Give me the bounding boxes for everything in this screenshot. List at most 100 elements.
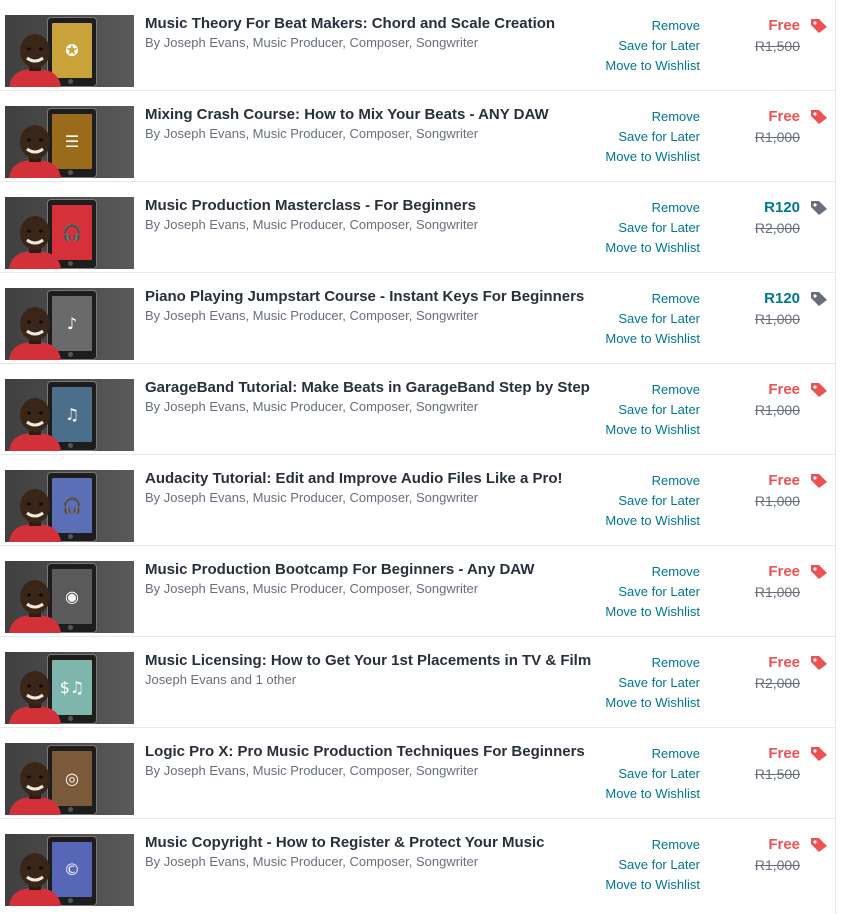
original-price: R2,000: [754, 675, 800, 691]
remove-link[interactable]: Remove: [600, 289, 700, 309]
course-title[interactable]: Music Copyright - How to Register & Prot…: [145, 834, 595, 852]
current-price: Free: [768, 745, 800, 762]
course-thumbnail[interactable]: ♫: [5, 379, 134, 451]
original-price: R2,000: [754, 220, 800, 236]
move-to-wishlist-link[interactable]: Move to Wishlist: [600, 875, 700, 895]
tablet-home-button: [68, 534, 73, 539]
move-to-wishlist-link[interactable]: Move to Wishlist: [600, 56, 700, 76]
price-block: Free R1,500: [730, 16, 828, 56]
course-thumbnail[interactable]: ©: [5, 834, 134, 906]
item-actions: Remove Save for Later Move to Wishlist: [600, 16, 700, 76]
course-icon: 🎧: [62, 222, 82, 242]
move-to-wishlist-link[interactable]: Move to Wishlist: [600, 693, 700, 713]
course-title[interactable]: Music Theory For Beat Makers: Chord and …: [145, 15, 595, 33]
save-for-later-link[interactable]: Save for Later: [600, 764, 700, 784]
course-author: By Joseph Evans, Music Producer, Compose…: [145, 854, 479, 869]
course-title[interactable]: Music Production Masterclass - For Begin…: [145, 197, 595, 215]
course-info: Logic Pro X: Pro Music Production Techni…: [145, 743, 595, 780]
original-price: R1,500: [754, 766, 800, 782]
price-block: Free R2,000: [730, 653, 828, 693]
remove-link[interactable]: Remove: [600, 380, 700, 400]
price-block: R120 R2,000: [730, 198, 828, 238]
remove-link[interactable]: Remove: [600, 198, 700, 218]
current-price: Free: [768, 17, 800, 34]
item-actions: Remove Save for Later Move to Wishlist: [600, 471, 700, 531]
remove-link[interactable]: Remove: [600, 16, 700, 36]
remove-link[interactable]: Remove: [600, 562, 700, 582]
price-block: Free R1,000: [730, 562, 828, 602]
cart-item-piano: ♪ Piano Playing Jumpstart Course - Insta…: [0, 273, 835, 364]
save-for-later-link[interactable]: Save for Later: [600, 218, 700, 238]
course-author: By Joseph Evans, Music Producer, Compose…: [145, 35, 479, 50]
course-info: Music Production Masterclass - For Begin…: [145, 197, 595, 234]
course-title[interactable]: Music Production Bootcamp For Beginners …: [145, 561, 595, 579]
course-title[interactable]: GarageBand Tutorial: Make Beats in Garag…: [145, 379, 595, 397]
price-tag-icon: [811, 747, 827, 761]
course-icon: ©: [64, 859, 80, 879]
item-actions: Remove Save for Later Move to Wishlist: [600, 562, 700, 622]
course-author: By Joseph Evans, Music Producer, Compose…: [145, 217, 479, 232]
move-to-wishlist-link[interactable]: Move to Wishlist: [600, 602, 700, 622]
current-price: R120: [764, 290, 800, 307]
move-to-wishlist-link[interactable]: Move to Wishlist: [600, 511, 700, 531]
move-to-wishlist-link[interactable]: Move to Wishlist: [600, 329, 700, 349]
save-for-later-link[interactable]: Save for Later: [600, 309, 700, 329]
course-thumbnail[interactable]: 🎧: [5, 470, 134, 542]
move-to-wishlist-link[interactable]: Move to Wishlist: [600, 238, 700, 258]
course-title[interactable]: Piano Playing Jumpstart Course - Instant…: [145, 288, 595, 306]
remove-link[interactable]: Remove: [600, 835, 700, 855]
course-icon: ♫: [64, 404, 80, 424]
tablet-home-button: [68, 898, 73, 903]
course-title[interactable]: Mixing Crash Course: How to Mix Your Bea…: [145, 106, 595, 124]
remove-link[interactable]: Remove: [600, 744, 700, 764]
course-thumbnail[interactable]: ☰: [5, 106, 134, 178]
course-thumbnail[interactable]: ◉: [5, 561, 134, 633]
save-for-later-link[interactable]: Save for Later: [600, 400, 700, 420]
move-to-wishlist-link[interactable]: Move to Wishlist: [600, 420, 700, 440]
remove-link[interactable]: Remove: [600, 107, 700, 127]
course-thumbnail[interactable]: ✪: [5, 15, 134, 87]
item-actions: Remove Save for Later Move to Wishlist: [600, 198, 700, 258]
course-info: Audacity Tutorial: Edit and Improve Audi…: [145, 470, 595, 507]
save-for-later-link[interactable]: Save for Later: [600, 855, 700, 875]
price-tag-icon: [811, 474, 827, 488]
original-price: R1,000: [754, 584, 800, 600]
instructor-photo: [9, 671, 61, 724]
course-thumbnail[interactable]: ♪: [5, 288, 134, 360]
move-to-wishlist-link[interactable]: Move to Wishlist: [600, 147, 700, 167]
tablet-home-button: [68, 352, 73, 357]
remove-link[interactable]: Remove: [600, 471, 700, 491]
course-icon: ✪: [65, 40, 79, 60]
price-block: R120 R1,000: [730, 289, 828, 329]
price-block: Free R1,000: [730, 380, 828, 420]
instructor-photo: [9, 307, 61, 360]
tablet-home-button: [68, 807, 73, 812]
price-tag-icon: [811, 383, 827, 397]
course-title[interactable]: Music Licensing: How to Get Your 1st Pla…: [145, 652, 595, 670]
cart-item-logic: ◎ Logic Pro X: Pro Music Production Tech…: [0, 728, 835, 819]
course-info: Mixing Crash Course: How to Mix Your Bea…: [145, 106, 595, 143]
remove-link[interactable]: Remove: [600, 653, 700, 673]
move-to-wishlist-link[interactable]: Move to Wishlist: [600, 784, 700, 804]
save-for-later-link[interactable]: Save for Later: [600, 582, 700, 602]
course-author: Joseph Evans and 1 other: [145, 672, 297, 687]
course-info: Music Licensing: How to Get Your 1st Pla…: [145, 652, 595, 689]
course-thumbnail[interactable]: ◎: [5, 743, 134, 815]
save-for-later-link[interactable]: Save for Later: [600, 36, 700, 56]
course-thumbnail[interactable]: 🎧: [5, 197, 134, 269]
save-for-later-link[interactable]: Save for Later: [600, 127, 700, 147]
tablet-home-button: [68, 443, 73, 448]
item-actions: Remove Save for Later Move to Wishlist: [600, 289, 700, 349]
course-title[interactable]: Logic Pro X: Pro Music Production Techni…: [145, 743, 595, 761]
course-icon: ☰: [64, 131, 80, 151]
instructor-photo: [9, 853, 61, 906]
instructor-photo: [9, 489, 61, 542]
course-author: By Joseph Evans, Music Producer, Compose…: [145, 399, 479, 414]
original-price: R1,000: [754, 493, 800, 509]
cart-item-bootcamp: ◉ Music Production Bootcamp For Beginner…: [0, 546, 835, 637]
save-for-later-link[interactable]: Save for Later: [600, 673, 700, 693]
course-info: Music Copyright - How to Register & Prot…: [145, 834, 595, 871]
course-title[interactable]: Audacity Tutorial: Edit and Improve Audi…: [145, 470, 595, 488]
save-for-later-link[interactable]: Save for Later: [600, 491, 700, 511]
course-thumbnail[interactable]: $♫: [5, 652, 134, 724]
